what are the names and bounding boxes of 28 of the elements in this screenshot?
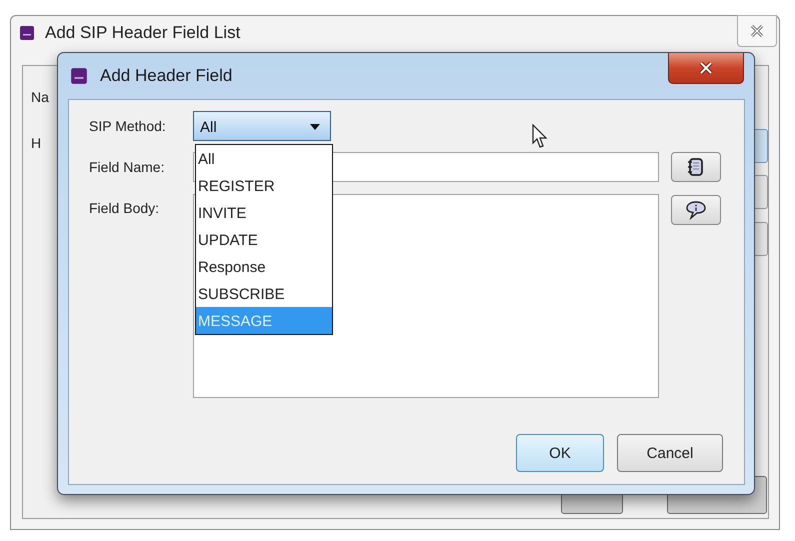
close-icon [750,25,764,37]
close-button[interactable] [737,15,777,47]
form-label: SIP Method: [88,118,167,134]
form-label: Na [31,89,49,105]
dropdown-option[interactable]: UPDATE [196,226,332,253]
sip-method-dropdown[interactable]: All [193,111,331,141]
form-label: Field Body: [88,199,160,216]
form-label: Field Name: [88,159,166,175]
caret-icon [310,124,320,130]
dropdown-option[interactable]: SUBSCRIBE [196,280,332,307]
app-icon [70,67,88,85]
dropdown-option[interactable]: REGISTER [196,172,332,199]
dialog-button[interactable]: Cancel [617,434,723,472]
mouse-cursor-icon [532,124,548,150]
info-bubble-button[interactable] [671,195,721,225]
dropdown-option[interactable]: INVITE [196,199,332,226]
close-icon [698,62,714,74]
window-title: Add SIP Header Field List [45,23,240,43]
address-book-button[interactable] [671,152,721,182]
app-icon [19,25,35,41]
dialog-title: Add Header Field [100,66,232,86]
dialog-button[interactable]: OK [516,434,604,472]
info-bubble-icon [685,200,707,220]
form-label: H [31,135,42,151]
close-button[interactable] [668,53,744,84]
dropdown-option[interactable]: All [196,145,332,172]
notebook-icon [686,157,706,177]
dropdown-option[interactable]: Response [196,253,332,280]
